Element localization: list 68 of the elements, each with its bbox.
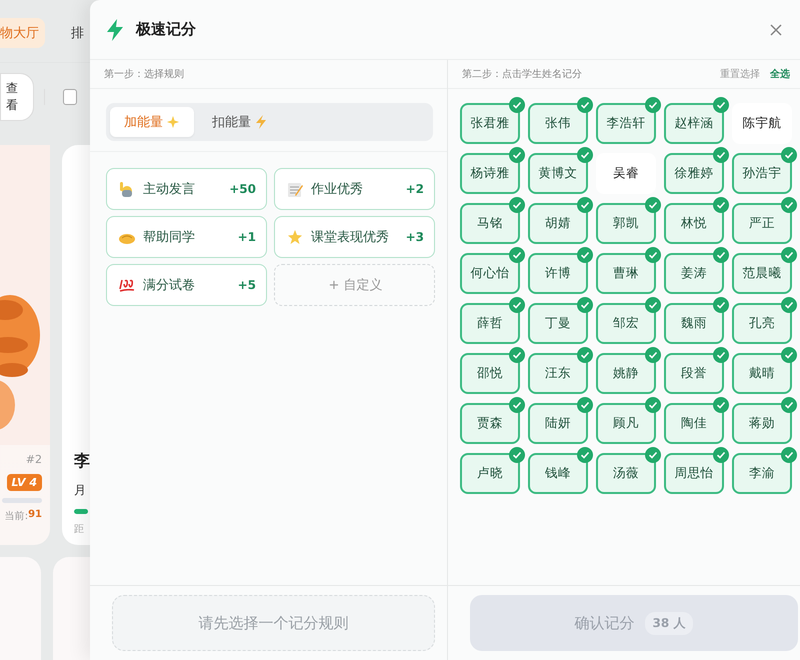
check-icon — [645, 297, 661, 313]
check-icon — [713, 397, 729, 413]
check-icon — [577, 347, 593, 363]
subtitle: 月 — [74, 482, 87, 499]
check-icon — [713, 147, 729, 163]
count-badge: 38 人 — [644, 612, 694, 634]
check-icon — [577, 197, 593, 213]
lightning-icon — [106, 18, 124, 40]
checkbox[interactable] — [63, 89, 78, 105]
check-icon — [713, 247, 729, 263]
step-label: 第二步：点击学生姓名记分 — [462, 68, 582, 81]
hint-text: 距 — [74, 523, 85, 536]
check-icon — [645, 447, 661, 463]
check-icon — [509, 247, 525, 263]
check-icon — [577, 397, 593, 413]
close-icon[interactable] — [770, 24, 782, 36]
check-icon — [577, 247, 593, 263]
check-icon — [713, 447, 729, 463]
tab[interactable]: 扣能量 — [198, 107, 282, 137]
check-icon — [577, 97, 593, 113]
check-icon — [645, 247, 661, 263]
level-badge: LV 4 — [6, 474, 42, 491]
current-label: 当前: — [4, 510, 28, 523]
check-icon — [577, 447, 593, 463]
raised-hand-icon — [119, 181, 135, 197]
step-label: 第一步：选择规则 — [104, 68, 184, 81]
check-icon — [509, 397, 525, 413]
lightning-icon — [254, 115, 268, 129]
view-button[interactable]: 查看 — [0, 73, 34, 121]
rule-button[interactable]: 课堂表现优秀 +3 — [274, 216, 435, 258]
select-all-link[interactable]: 全选 — [770, 67, 790, 81]
check-icon — [645, 97, 661, 113]
check-icon — [713, 347, 729, 363]
rule-button[interactable]: 作业优秀 +2 — [274, 168, 435, 210]
rule-button[interactable]: 帮助同学 +1 — [106, 216, 267, 258]
check-icon — [713, 97, 729, 113]
student-name: 李 — [74, 451, 91, 472]
check-icon — [713, 197, 729, 213]
check-icon — [645, 197, 661, 213]
check-icon — [509, 147, 525, 163]
check-icon — [577, 147, 593, 163]
rank-label: #2 — [26, 452, 43, 466]
current-value: 91 — [28, 509, 42, 522]
check-icon — [645, 347, 661, 363]
nav-tab[interactable]: 排 — [69, 18, 86, 48]
check-icon — [713, 297, 729, 313]
check-icon — [645, 397, 661, 413]
check-icon — [781, 197, 797, 213]
check-icon — [781, 447, 797, 463]
dialog-title: 极速记分 — [136, 20, 197, 39]
progress-bar — [74, 509, 88, 514]
check-icon — [509, 297, 525, 313]
star-icon — [287, 229, 303, 245]
check-icon — [509, 97, 525, 113]
sparkle-icon — [166, 115, 180, 129]
rule-button[interactable]: 满分试卷 +5 — [106, 264, 267, 306]
notepad-icon — [287, 181, 303, 197]
check-icon — [781, 147, 797, 163]
score-mark-icon — [119, 277, 135, 293]
check-icon — [781, 397, 797, 413]
check-icon — [781, 297, 797, 313]
rule-button[interactable]: 主动发言 +50 — [106, 168, 267, 210]
check-icon — [509, 197, 525, 213]
check-icon — [781, 247, 797, 263]
check-icon — [577, 297, 593, 313]
check-icon — [509, 347, 525, 363]
check-icon — [509, 447, 525, 463]
check-icon — [781, 347, 797, 363]
